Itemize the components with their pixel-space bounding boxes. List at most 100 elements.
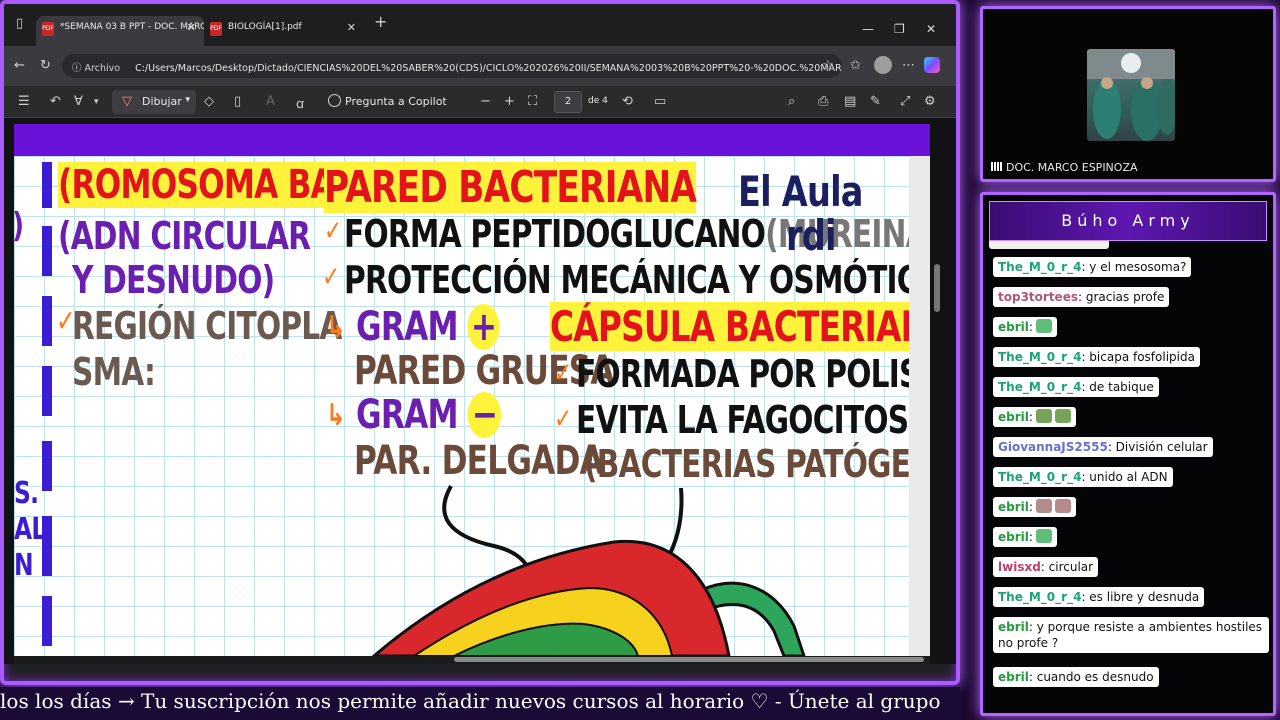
- chat-text: : gracias profe: [1077, 290, 1165, 304]
- fit-page-icon[interactable]: ⛶: [528, 94, 537, 109]
- back-icon[interactable]: ←: [14, 58, 25, 73]
- chat-username[interactable]: ebril: [998, 410, 1029, 424]
- scroll-thumb[interactable]: [934, 264, 940, 312]
- new-tab-button[interactable]: +: [374, 12, 387, 31]
- chat-text: : unido al ADN: [1081, 470, 1168, 484]
- chat-username[interactable]: ebril: [998, 500, 1029, 514]
- chat-username[interactable]: ebril: [998, 670, 1029, 684]
- undo-icon[interactable]: ↶: [50, 94, 61, 109]
- chat-message: ebril: y porque resiste a ambientes host…: [993, 617, 1269, 653]
- highlight-icon[interactable]: ∀: [74, 94, 83, 109]
- minimize-icon[interactable]: —: [862, 22, 874, 36]
- pdf-page: ) S. AL N (ROMOSOMA BACT (ADN CIRCULAR Y…: [14, 156, 909, 656]
- chat-username[interactable]: top3tortees: [998, 290, 1078, 304]
- arrow-right-icon: ↳: [326, 398, 346, 433]
- url-field[interactable]: ⓘ Archivo C:/Users/Marcos/Desktop/Dictad…: [62, 54, 842, 78]
- restore-icon[interactable]: ❐: [894, 22, 905, 36]
- eraser-icon[interactable]: ◇: [204, 94, 214, 109]
- chat-username[interactable]: The_M_0_r_4: [998, 470, 1081, 484]
- browser-window: ▯ PDF *SEMANA 03 B PPT - DOC. MARC ✕ PDF…: [0, 0, 960, 685]
- close-window-icon[interactable]: ✕: [926, 22, 936, 36]
- left-border-stripe: [42, 366, 52, 416]
- zoom-in-icon[interactable]: +: [504, 94, 515, 109]
- profile-avatar[interactable]: [874, 56, 892, 74]
- left-border-stripe: [42, 162, 52, 208]
- page-view-icon[interactable]: ▭: [654, 94, 666, 109]
- chat-message: ebril:: [993, 497, 1076, 517]
- chat-emote-icon: [1035, 499, 1052, 513]
- signal-bars-icon: [991, 162, 1003, 171]
- chat-text: :: [1028, 320, 1033, 334]
- chat-text: : es libre y desnuda: [1081, 590, 1200, 604]
- gram-negative-text: GRAM: [356, 392, 458, 438]
- bottom-ticker: los los días → Tu suscripción nos permit…: [0, 687, 960, 720]
- chat-username[interactable]: The_M_0_r_4: [998, 590, 1081, 604]
- read-aloud-icon[interactable]: ꭤ: [296, 94, 304, 112]
- zoom-out-icon[interactable]: −: [480, 94, 491, 109]
- draw-label: Dibujar: [142, 95, 182, 108]
- more-options-icon[interactable]: ⋯: [902, 58, 915, 73]
- pdf-viewer[interactable]: ) S. AL N (ROMOSOMA BACT (ADN CIRCULAR Y…: [4, 118, 956, 664]
- save-icon[interactable]: ▤: [844, 94, 856, 109]
- close-tab-icon[interactable]: ✕: [347, 21, 356, 34]
- chat-panel: Búho Army The_M_0_r_4: y el mesosoma? top…: [980, 192, 1276, 716]
- check-mark-icon: ✓: [324, 214, 342, 247]
- chat-username[interactable]: The_M_0_r_4: [998, 380, 1081, 394]
- chat-username[interactable]: GiovannaJS2555: [998, 440, 1108, 454]
- chat-text: : circular: [1040, 560, 1094, 574]
- left-border-stripe: [42, 596, 52, 646]
- copilot-icon[interactable]: [924, 57, 940, 73]
- save-as-icon[interactable]: ✎: [870, 94, 881, 109]
- format-icon[interactable]: A: [266, 94, 275, 109]
- chevron-down-icon[interactable]: ▾: [94, 97, 99, 107]
- close-tab-icon[interactable]: ✕: [187, 21, 196, 34]
- contents-icon[interactable]: ☰: [18, 94, 30, 109]
- chat-username[interactable]: ebril: [998, 620, 1029, 634]
- horizontal-scrollbar[interactable]: [14, 656, 930, 664]
- gram-positive-label: GRAM +: [356, 304, 500, 350]
- pen-icon: ▽: [122, 94, 132, 109]
- tab-semana-ppt[interactable]: PDF *SEMANA 03 B PPT - DOC. MARC ✕: [36, 16, 204, 46]
- chat-username[interactable]: ebril: [998, 320, 1029, 334]
- slide-top-band: [14, 124, 930, 156]
- bacterium-illustration: [371, 485, 806, 656]
- tab-actions-icon[interactable]: ▯: [16, 16, 23, 31]
- reload-icon[interactable]: ↻: [40, 58, 51, 73]
- ask-copilot-button[interactable]: Pregunta a Copilot: [328, 94, 447, 108]
- chromosome-region-2: SMA:: [72, 350, 156, 394]
- print-icon[interactable]: ⎙: [818, 94, 828, 109]
- gram-positive-text: GRAM: [356, 304, 458, 350]
- vertical-scrollbar[interactable]: [932, 124, 942, 656]
- chat-emote-icon: [1035, 409, 1052, 423]
- search-icon[interactable]: ⌕: [788, 94, 795, 109]
- url-text: C:/Users/Marcos/Desktop/Dictado/CIENCIAS…: [135, 63, 842, 74]
- favorites-icon[interactable]: ✩: [850, 58, 861, 73]
- chat-username[interactable]: ebril: [998, 530, 1029, 544]
- chat-message: The_M_0_r_4: unido al ADN: [993, 467, 1173, 487]
- chat-message: The_M_0_r_4: de tabique: [993, 377, 1159, 397]
- rotate-icon[interactable]: ⟲: [622, 94, 633, 109]
- chat-message: top3tortees: gracias profe: [993, 287, 1170, 307]
- chat-username[interactable]: lwisxd: [998, 560, 1041, 574]
- tab-bar: ▯ PDF *SEMANA 03 B PPT - DOC. MARC ✕ PDF…: [4, 4, 956, 46]
- wall-title: PARED BACTERIANA: [324, 162, 697, 213]
- chat-username[interactable]: The_M_0_r_4: [998, 350, 1081, 364]
- presenter-name: DOC. MARCO ESPINOZA: [991, 161, 1138, 174]
- chat-username[interactable]: The_M_0_r_4: [998, 260, 1081, 274]
- chat-text: : y el mesosoma?: [1081, 260, 1187, 274]
- add-text-icon[interactable]: ▯: [234, 94, 241, 109]
- gram-positive-desc: PARED GRUESA: [354, 348, 615, 394]
- tab-biologia[interactable]: PDF BIOLOGÍA[1].pdf ✕: [204, 16, 364, 46]
- settings-gear-icon[interactable]: ⚙: [924, 94, 936, 109]
- page-number-input[interactable]: 2: [554, 91, 582, 113]
- chat-emote-icon: [1035, 529, 1052, 543]
- left-border-stripe: [42, 296, 52, 346]
- copilot-label: Pregunta a Copilot: [345, 95, 447, 108]
- tab-title: *SEMANA 03 B PPT - DOC. MARC: [60, 22, 204, 32]
- scroll-thumb[interactable]: [454, 657, 924, 662]
- chat-text: :: [1028, 530, 1033, 544]
- favorite-star-icon[interactable]: ☆: [822, 58, 834, 73]
- stream-layout: ▯ PDF *SEMANA 03 B PPT - DOC. MARC ✕ PDF…: [0, 0, 1280, 720]
- fullscreen-icon[interactable]: ⤢: [900, 94, 910, 109]
- draw-button[interactable]: ▽ Dibujar ▾: [112, 90, 196, 114]
